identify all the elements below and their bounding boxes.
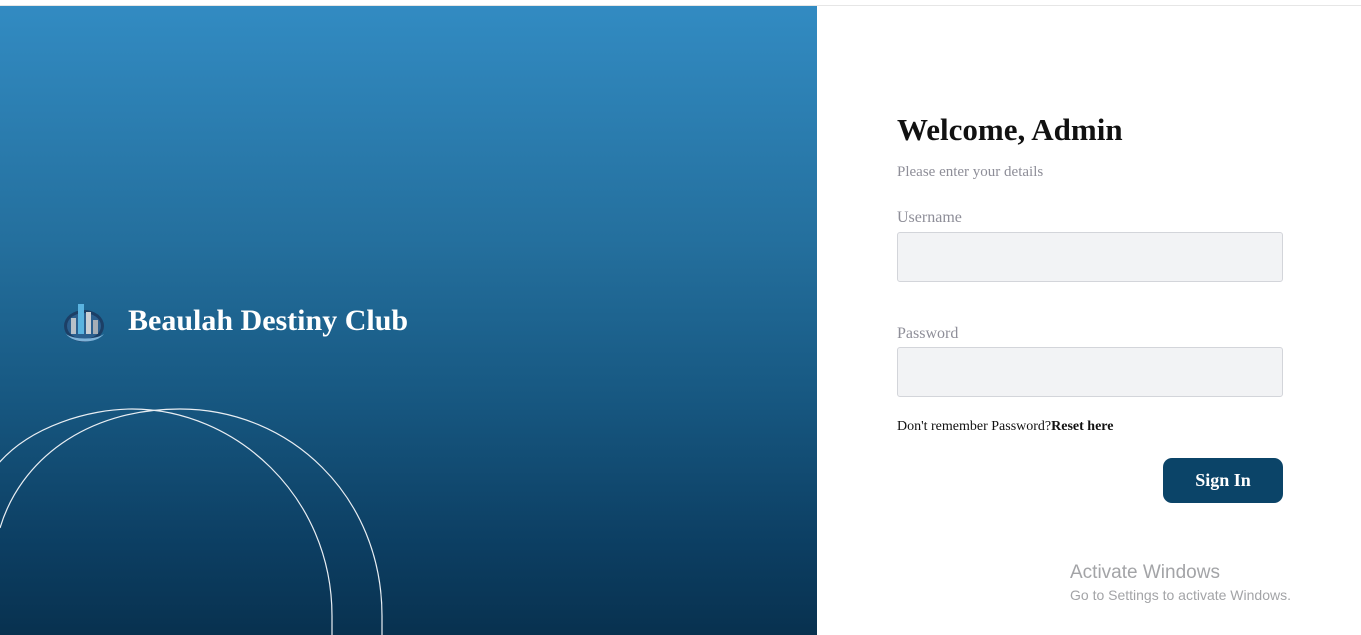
- sign-in-button[interactable]: Sign In: [1163, 458, 1283, 503]
- activate-windows-watermark: Activate Windows Go to Settings to activ…: [1070, 562, 1291, 603]
- bar-chart-globe-icon: [64, 304, 104, 342]
- welcome-heading: Welcome, Admin: [897, 112, 1123, 147]
- forgot-password-prompt: Don't remember Password?: [897, 419, 1052, 434]
- watermark-title: Activate Windows: [1070, 562, 1220, 583]
- subtitle-text: Please enter your details: [897, 164, 1044, 180]
- reset-password-link[interactable]: Reset here: [1051, 419, 1113, 434]
- watermark-subtitle: Go to Settings to activate Windows.: [1070, 587, 1291, 603]
- brand-panel: Beaulah Destiny Club: [0, 6, 817, 635]
- username-label: Username: [897, 209, 962, 226]
- brand-name: Beaulah Destiny Club: [128, 304, 409, 337]
- brand: Beaulah Destiny Club: [62, 296, 408, 346]
- forgot-password-text: Don't remember Password?Reset here: [897, 419, 1113, 435]
- password-label: Password: [897, 325, 959, 342]
- login-form: Welcome, Admin Please enter your details…: [897, 0, 1283, 635]
- password-input[interactable]: [897, 347, 1283, 397]
- username-input[interactable]: [897, 232, 1283, 282]
